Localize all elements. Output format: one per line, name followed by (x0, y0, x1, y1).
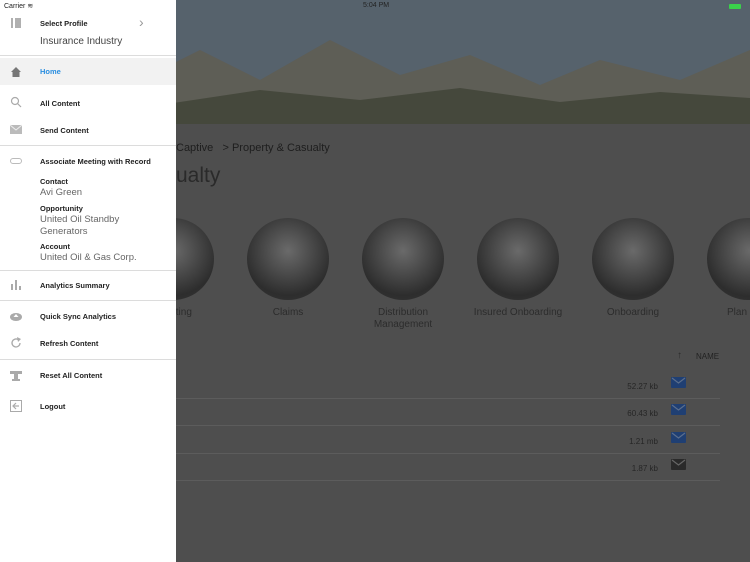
file-size: 52.27 kb (627, 382, 658, 391)
divider (0, 270, 176, 271)
breadcrumb-prev[interactable]: Captive (176, 142, 213, 154)
category-label[interactable]: Onboarding (578, 307, 688, 319)
sidebar-item-reset[interactable]: Reset All Content (0, 363, 176, 389)
sidebar-item-label: Quick Sync Analytics (40, 312, 117, 321)
file-row[interactable]: 1.21 mb (176, 427, 720, 454)
breadcrumb: Captive > Property & Casualty (176, 142, 330, 154)
divider (0, 359, 176, 360)
sidebar-item-label: Send Content (40, 126, 89, 135)
send-mail-icon[interactable] (671, 459, 686, 470)
send-mail-icon[interactable] (671, 404, 686, 415)
file-size: 60.43 kb (627, 409, 658, 418)
divider (0, 55, 176, 56)
link-icon (10, 158, 22, 164)
divider (0, 145, 176, 146)
account-value[interactable]: United Oil & Gas Corp. (40, 252, 137, 264)
wifi-icon: ≋ (27, 3, 34, 10)
contact-label: Contact (40, 177, 68, 186)
sidebar-item-label: Refresh Content (40, 339, 99, 348)
sidebar-item-label: Logout (40, 402, 66, 411)
account-label: Account (40, 242, 70, 251)
status-time: 5:04 PM (363, 2, 390, 9)
category-image[interactable] (592, 218, 674, 300)
sidebar-item-refresh[interactable]: Refresh Content (0, 331, 176, 357)
sidebar-item-all-content[interactable]: All Content (0, 90, 176, 116)
sidebar-item-logout[interactable]: Logout (0, 394, 176, 420)
bar-chart-icon (11, 280, 21, 290)
chevron-right-icon: › (139, 14, 144, 30)
carrier-label: Carrier ≋ (4, 2, 33, 10)
page-title: ualty (176, 164, 221, 187)
sidebar-item-quick-sync[interactable]: Quick Sync Analytics (0, 304, 176, 330)
book-icon (11, 17, 21, 29)
sort-arrow-icon[interactable]: ↑ (677, 350, 682, 361)
sidebar-item-label: Reset All Content (40, 371, 103, 380)
sidebar-item-analytics-summary[interactable]: Analytics Summary (0, 272, 176, 298)
contact-value[interactable]: Avi Green (40, 187, 82, 199)
sidebar-menu: Carrier ≋ Select Profile Insurance Indus… (0, 0, 176, 562)
sidebar-item-label: Associate Meeting with Record (40, 157, 151, 166)
category-label[interactable]: Distribution Management (348, 307, 458, 331)
breadcrumb-separator: > (222, 142, 229, 154)
breadcrumb-current: Property & Casualty (231, 142, 330, 154)
sidebar-item-associate-meeting[interactable]: Associate Meeting with Record (0, 149, 176, 175)
profile-value: Insurance Industry (40, 36, 123, 47)
select-profile-button[interactable]: Select Profile Insurance Industry › (0, 12, 176, 54)
opportunity-label: Opportunity (40, 204, 83, 213)
divider (0, 300, 176, 301)
select-profile-label: Select Profile (40, 19, 88, 28)
main-content (176, 124, 750, 562)
file-row[interactable]: 1.87 kb (176, 454, 720, 481)
battery-icon (729, 4, 741, 9)
logout-icon (10, 400, 22, 412)
file-row[interactable]: 60.43 kb (176, 399, 720, 426)
mail-icon (10, 124, 22, 134)
cloud-upload-icon (10, 313, 22, 321)
refresh-icon (11, 337, 21, 348)
sidebar-item-home[interactable]: Home (0, 58, 176, 85)
sidebar-item-send-content[interactable]: Send Content (0, 117, 176, 143)
opportunity-value-cont[interactable]: Generators (40, 226, 88, 238)
carrier-text: Carrier (4, 3, 26, 10)
file-row[interactable]: 52.27 kb (176, 372, 720, 399)
opportunity-value[interactable]: United Oil Standby (40, 214, 119, 226)
sort-name-label[interactable]: NAME (696, 352, 719, 361)
category-image[interactable] (362, 218, 444, 300)
home-icon (11, 67, 21, 77)
file-size: 1.21 mb (629, 437, 658, 446)
file-size: 1.87 kb (631, 464, 658, 473)
category-image[interactable] (477, 218, 559, 300)
sidebar-item-label: Analytics Summary (40, 281, 110, 290)
send-mail-icon[interactable] (671, 377, 686, 388)
category-label[interactable]: Plan (727, 307, 749, 319)
search-icon (10, 96, 22, 108)
category-image[interactable] (247, 218, 329, 300)
sidebar-item-label: All Content (40, 99, 80, 108)
reset-icon (10, 371, 22, 381)
category-label[interactable]: Claims (233, 307, 343, 319)
send-mail-icon[interactable] (671, 432, 686, 443)
category-label[interactable]: Insured Onboarding (463, 307, 573, 319)
sidebar-item-label: Home (40, 67, 61, 76)
